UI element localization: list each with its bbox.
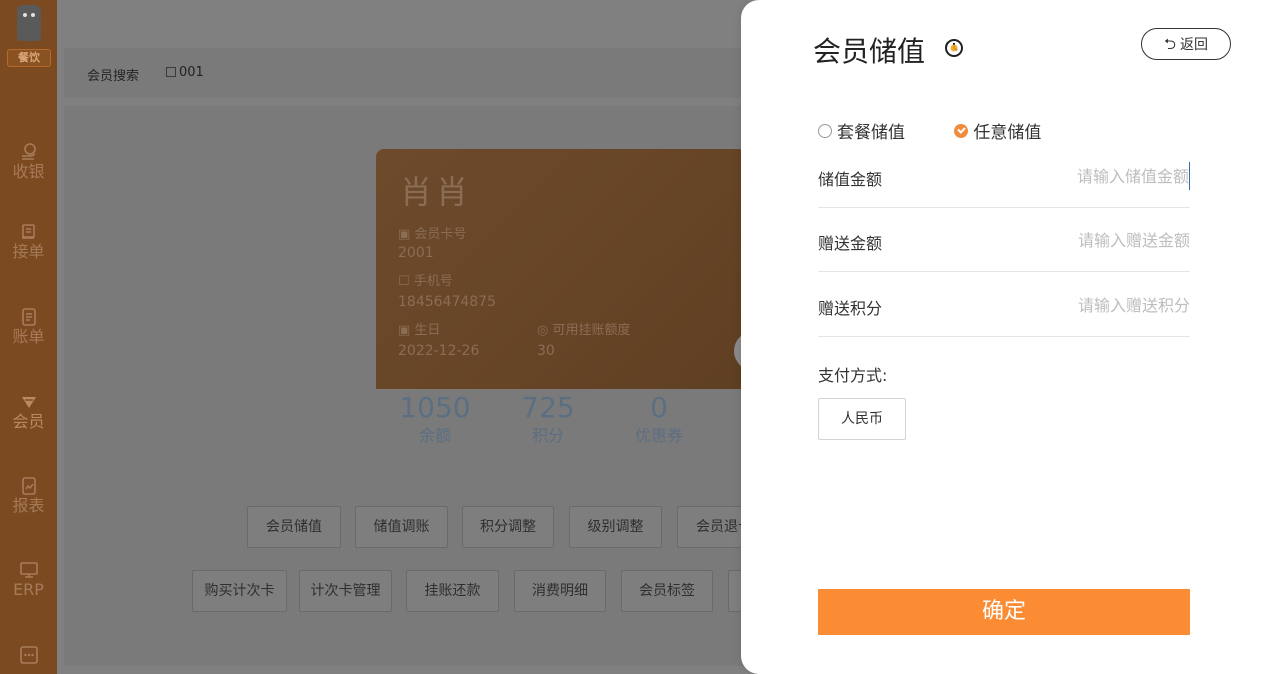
action-row-1: 会员储值 储值调账 积分调整 级别调整 会员退卡 (247, 506, 771, 548)
bonus-amount-input[interactable] (950, 226, 1190, 254)
stat-value: 0 (650, 391, 668, 424)
member-card: 肖肖 ▣ 会员卡号 2001 ☐ 手机号 18456474875 ▣ 生日 20… (376, 149, 746, 463)
action-row-2: 购买计次卡 计次卡管理 挂账还款 消费明细 会员标签 (192, 570, 768, 612)
sidebar-item-orders[interactable]: 接单 (0, 222, 57, 282)
bonus-points-input[interactable] (950, 291, 1190, 319)
stat-coupons: 0 优惠券 (619, 391, 699, 446)
report-icon (21, 477, 36, 495)
credit-repay-button[interactable]: 挂账还款 (406, 570, 499, 612)
count-card-manage-button[interactable]: 计次卡管理 (299, 570, 392, 612)
member-tags-button[interactable]: 会员标签 (621, 570, 713, 612)
points-adjust-button[interactable]: 积分调整 (462, 506, 554, 548)
credit-label: ◎ 可用挂账额度 (537, 323, 631, 338)
app-logo: 餐饮 (6, 3, 52, 69)
stat-points: 725 积分 (508, 391, 588, 446)
monitor-icon (19, 562, 38, 578)
birthday: 2022-12-26 (398, 343, 480, 359)
radio-label: 任意储值 (973, 123, 1042, 143)
member-search-bar: 会员搜索 001 (64, 48, 764, 98)
logo-text: 餐饮 (7, 49, 51, 67)
field-label: 储值金额 (818, 170, 883, 189)
search-value: 001 (179, 65, 204, 80)
sidebar-item-erp[interactable]: ERP (0, 560, 57, 620)
back-button[interactable]: ⮌ 返回 (1141, 28, 1231, 60)
phone-label: ☐ 手机号 (398, 274, 453, 289)
radio-custom-recharge[interactable]: 任意储值 (954, 118, 1041, 143)
consumption-detail-button[interactable]: 消费明细 (514, 570, 606, 612)
member-name: 肖肖 (400, 173, 473, 211)
recharge-amount-input[interactable] (950, 162, 1190, 190)
sidebar-item-reports[interactable]: 报表 (0, 476, 57, 536)
radio-unchecked-icon (818, 123, 832, 138)
back-label: 返回 (1180, 37, 1208, 53)
order-icon (21, 224, 35, 239)
stat-label: 优惠券 (634, 426, 683, 445)
sidebar-item-bills[interactable]: 账单 (0, 307, 57, 367)
stat-label: 余额 (418, 426, 451, 445)
field-label: 赠送积分 (818, 299, 883, 318)
cashier-icon (21, 143, 36, 160)
more-icon (19, 646, 38, 664)
payment-option-rmb[interactable]: 人民币 (818, 398, 906, 440)
stat-label: 积分 (531, 426, 564, 445)
stat-balance: 1050 余额 (395, 391, 475, 446)
recharge-type-group: 套餐储值 任意储值 (818, 118, 1085, 143)
drawer-title: 会员储值 (813, 35, 926, 68)
sidebar-item-label: 会员 (12, 412, 45, 431)
birthday-label: ▣ 生日 (398, 323, 441, 338)
member-icon (21, 397, 36, 408)
search-label: 会员搜索 (87, 69, 140, 84)
buy-count-card-button[interactable]: 购买计次卡 (192, 570, 287, 612)
sidebar-item-more[interactable] (0, 645, 57, 674)
card-no: 2001 (398, 245, 434, 261)
radio-package-recharge[interactable]: 套餐储值 (818, 118, 905, 143)
balance-adjust-button[interactable]: 储值调账 (355, 506, 448, 548)
card-no-label: ▣ 会员卡号 (398, 227, 467, 242)
sidebar-item-label: 接单 (12, 242, 45, 261)
return-arrow-icon: ⮌ (1163, 35, 1176, 53)
sidebar-item-cashier[interactable]: 收银 (0, 142, 57, 202)
sidebar-item-label: 报表 (12, 496, 45, 515)
sidebar-item-label: ERP (13, 580, 44, 599)
bonus-points-row: 赠送积分 (818, 273, 1190, 337)
bill-icon (21, 308, 36, 326)
search-input[interactable]: 001 (162, 61, 842, 85)
level-adjust-button[interactable]: 级别调整 (569, 506, 662, 548)
recharge-amount-row: 储值金额 (818, 144, 1190, 208)
sidebar: 餐饮 收银 接单 账单 会员 报表 ERP (0, 0, 57, 674)
card-header: 肖肖 ▣ 会员卡号 2001 ☐ 手机号 18456474875 ▣ 生日 20… (376, 149, 746, 389)
confirm-button[interactable]: 确定 (818, 589, 1190, 635)
recharge-drawer: 会员储值 ⮌返回 套餐储值 任意储值 储值金额 赠送金额 赠送积分 支付方式: … (741, 0, 1272, 674)
sidebar-item-members[interactable]: 会员 (0, 392, 57, 452)
card-stats: 1050 余额 725 积分 0 优惠券 (376, 389, 746, 463)
logo-mascot-icon (17, 5, 41, 41)
card-icon (166, 67, 176, 77)
history-icon[interactable] (943, 37, 965, 59)
stat-value: 1050 (399, 391, 471, 424)
member-content: 肖肖 ▣ 会员卡号 2001 ☐ 手机号 18456474875 ▣ 生日 20… (64, 106, 771, 666)
sidebar-item-label: 收银 (12, 162, 45, 181)
sidebar-item-label: 账单 (12, 327, 45, 346)
radio-checked-icon (954, 123, 969, 138)
credit-value: 30 (537, 343, 555, 359)
payment-method-label: 支付方式: (818, 366, 888, 385)
phone-number: 18456474875 (398, 294, 496, 310)
bonus-amount-row: 赠送金额 (818, 208, 1190, 272)
radio-label: 套餐储值 (837, 123, 905, 143)
stat-value: 725 (521, 391, 575, 424)
field-label: 赠送金额 (818, 234, 883, 253)
recharge-button[interactable]: 会员储值 (247, 506, 341, 548)
